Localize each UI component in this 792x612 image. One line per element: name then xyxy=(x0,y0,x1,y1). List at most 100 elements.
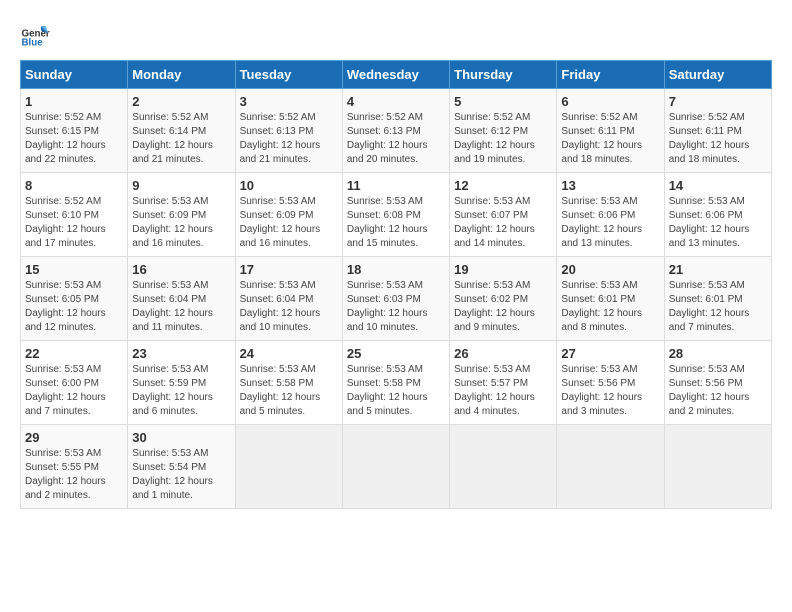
calendar-cell xyxy=(557,425,664,509)
calendar-week-row: 15 Sunrise: 5:53 AMSunset: 6:05 PMDayligh… xyxy=(21,257,772,341)
calendar-cell xyxy=(235,425,342,509)
day-info: Sunrise: 5:53 AMSunset: 6:05 PMDaylight:… xyxy=(25,279,123,335)
day-number: 22 xyxy=(25,346,123,361)
day-info: Sunrise: 5:53 AMSunset: 5:56 PMDaylight:… xyxy=(561,363,659,419)
day-info: Sunrise: 5:53 AMSunset: 5:57 PMDaylight:… xyxy=(454,363,552,419)
day-number: 30 xyxy=(132,430,230,445)
svg-text:Blue: Blue xyxy=(22,38,44,49)
day-number: 16 xyxy=(132,262,230,277)
calendar-cell: 11 Sunrise: 5:53 AMSunset: 6:08 PMDayligh… xyxy=(342,173,449,257)
day-info: Sunrise: 5:53 AMSunset: 6:03 PMDaylight:… xyxy=(347,279,445,335)
day-number: 28 xyxy=(669,346,767,361)
day-info: Sunrise: 5:53 AMSunset: 5:58 PMDaylight:… xyxy=(347,363,445,419)
day-info: Sunrise: 5:53 AMSunset: 6:01 PMDaylight:… xyxy=(561,279,659,335)
calendar-cell: 18 Sunrise: 5:53 AMSunset: 6:03 PMDayligh… xyxy=(342,257,449,341)
day-number: 26 xyxy=(454,346,552,361)
header-wednesday: Wednesday xyxy=(342,61,449,89)
calendar-cell: 6 Sunrise: 5:52 AMSunset: 6:11 PMDaylight… xyxy=(557,89,664,173)
header-sunday: Sunday xyxy=(21,61,128,89)
calendar-cell xyxy=(342,425,449,509)
day-info: Sunrise: 5:53 AMSunset: 6:09 PMDaylight:… xyxy=(132,195,230,251)
calendar-cell xyxy=(664,425,771,509)
day-number: 21 xyxy=(669,262,767,277)
calendar-week-row: 29 Sunrise: 5:53 AMSunset: 5:55 PMDayligh… xyxy=(21,425,772,509)
day-info: Sunrise: 5:53 AMSunset: 5:54 PMDaylight:… xyxy=(132,447,230,503)
day-number: 11 xyxy=(347,178,445,193)
calendar-header-row: SundayMondayTuesdayWednesdayThursdayFrid… xyxy=(21,61,772,89)
day-info: Sunrise: 5:53 AMSunset: 6:09 PMDaylight:… xyxy=(240,195,338,251)
day-number: 8 xyxy=(25,178,123,193)
day-info: Sunrise: 5:53 AMSunset: 5:55 PMDaylight:… xyxy=(25,447,123,503)
calendar-cell xyxy=(450,425,557,509)
day-info: Sunrise: 5:53 AMSunset: 6:06 PMDaylight:… xyxy=(669,195,767,251)
day-info: Sunrise: 5:53 AMSunset: 6:04 PMDaylight:… xyxy=(132,279,230,335)
calendar-cell: 22 Sunrise: 5:53 AMSunset: 6:00 PMDayligh… xyxy=(21,341,128,425)
calendar-cell: 9 Sunrise: 5:53 AMSunset: 6:09 PMDaylight… xyxy=(128,173,235,257)
day-number: 24 xyxy=(240,346,338,361)
calendar-cell: 26 Sunrise: 5:53 AMSunset: 5:57 PMDayligh… xyxy=(450,341,557,425)
day-number: 25 xyxy=(347,346,445,361)
calendar-cell: 27Sunrise: 5:53 AMSunset: 5:56 PMDayligh… xyxy=(557,341,664,425)
calendar-cell: 21 Sunrise: 5:53 AMSunset: 6:01 PMDayligh… xyxy=(664,257,771,341)
day-info: Sunrise: 5:53 AMSunset: 6:01 PMDaylight:… xyxy=(669,279,767,335)
day-number: 5 xyxy=(454,94,552,109)
calendar-cell: 28Sunrise: 5:53 AMSunset: 5:56 PMDayligh… xyxy=(664,341,771,425)
logo-icon: General Blue xyxy=(20,20,50,50)
calendar-week-row: 1 Sunrise: 5:52 AMSunset: 6:15 PMDaylight… xyxy=(21,89,772,173)
day-number: 4 xyxy=(347,94,445,109)
header-saturday: Saturday xyxy=(664,61,771,89)
day-info: Sunrise: 5:53 AMSunset: 5:58 PMDaylight:… xyxy=(240,363,338,419)
calendar-cell: 19 Sunrise: 5:53 AMSunset: 6:02 PMDayligh… xyxy=(450,257,557,341)
day-number: 2 xyxy=(132,94,230,109)
calendar-cell: 13 Sunrise: 5:53 AMSunset: 6:06 PMDayligh… xyxy=(557,173,664,257)
day-info: Sunrise: 5:52 AMSunset: 6:13 PMDaylight:… xyxy=(240,111,338,167)
day-number: 14 xyxy=(669,178,767,193)
day-info: Sunrise: 5:52 AMSunset: 6:14 PMDaylight:… xyxy=(132,111,230,167)
day-info: Sunrise: 5:52 AMSunset: 6:12 PMDaylight:… xyxy=(454,111,552,167)
day-number: 6 xyxy=(561,94,659,109)
day-number: 19 xyxy=(454,262,552,277)
calendar-cell: 5 Sunrise: 5:52 AMSunset: 6:12 PMDaylight… xyxy=(450,89,557,173)
calendar-cell: 24 Sunrise: 5:53 AMSunset: 5:58 PMDayligh… xyxy=(235,341,342,425)
calendar-cell: 1 Sunrise: 5:52 AMSunset: 6:15 PMDaylight… xyxy=(21,89,128,173)
day-number: 15 xyxy=(25,262,123,277)
day-number: 7 xyxy=(669,94,767,109)
day-number: 1 xyxy=(25,94,123,109)
day-number: 18 xyxy=(347,262,445,277)
day-info: Sunrise: 5:52 AMSunset: 6:15 PMDaylight:… xyxy=(25,111,123,167)
day-number: 23 xyxy=(132,346,230,361)
calendar-cell: 2 Sunrise: 5:52 AMSunset: 6:14 PMDaylight… xyxy=(128,89,235,173)
header-friday: Friday xyxy=(557,61,664,89)
calendar-cell: 23Sunrise: 5:53 AMSunset: 5:59 PMDayligh… xyxy=(128,341,235,425)
header-monday: Monday xyxy=(128,61,235,89)
calendar-week-row: 22 Sunrise: 5:53 AMSunset: 6:00 PMDayligh… xyxy=(21,341,772,425)
calendar-cell: 20 Sunrise: 5:53 AMSunset: 6:01 PMDayligh… xyxy=(557,257,664,341)
calendar-cell: 12Sunrise: 5:53 AMSunset: 6:07 PMDayligh… xyxy=(450,173,557,257)
day-number: 3 xyxy=(240,94,338,109)
logo: General Blue xyxy=(20,20,50,50)
header-thursday: Thursday xyxy=(450,61,557,89)
calendar-cell: 16 Sunrise: 5:53 AMSunset: 6:04 PMDayligh… xyxy=(128,257,235,341)
day-number: 9 xyxy=(132,178,230,193)
day-number: 29 xyxy=(25,430,123,445)
day-info: Sunrise: 5:53 AMSunset: 6:00 PMDaylight:… xyxy=(25,363,123,419)
day-info: Sunrise: 5:53 AMSunset: 6:02 PMDaylight:… xyxy=(454,279,552,335)
header-tuesday: Tuesday xyxy=(235,61,342,89)
calendar-cell: 29 Sunrise: 5:53 AMSunset: 5:55 PMDayligh… xyxy=(21,425,128,509)
calendar-cell: 4Sunrise: 5:52 AMSunset: 6:13 PMDaylight… xyxy=(342,89,449,173)
calendar-cell: 15 Sunrise: 5:53 AMSunset: 6:05 PMDayligh… xyxy=(21,257,128,341)
day-info: Sunrise: 5:52 AMSunset: 6:11 PMDaylight:… xyxy=(561,111,659,167)
day-info: Sunrise: 5:53 AMSunset: 6:08 PMDaylight:… xyxy=(347,195,445,251)
calendar-table: SundayMondayTuesdayWednesdayThursdayFrid… xyxy=(20,60,772,509)
day-info: Sunrise: 5:52 AMSunset: 6:10 PMDaylight:… xyxy=(25,195,123,251)
day-info: Sunrise: 5:53 AMSunset: 6:04 PMDaylight:… xyxy=(240,279,338,335)
day-info: Sunrise: 5:53 AMSunset: 6:06 PMDaylight:… xyxy=(561,195,659,251)
calendar-cell: 14 Sunrise: 5:53 AMSunset: 6:06 PMDayligh… xyxy=(664,173,771,257)
calendar-cell: 8 Sunrise: 5:52 AMSunset: 6:10 PMDaylight… xyxy=(21,173,128,257)
calendar-cell: 7Sunrise: 5:52 AMSunset: 6:11 PMDaylight… xyxy=(664,89,771,173)
day-number: 20 xyxy=(561,262,659,277)
day-number: 12 xyxy=(454,178,552,193)
day-number: 17 xyxy=(240,262,338,277)
day-number: 13 xyxy=(561,178,659,193)
calendar-cell: 17 Sunrise: 5:53 AMSunset: 6:04 PMDayligh… xyxy=(235,257,342,341)
